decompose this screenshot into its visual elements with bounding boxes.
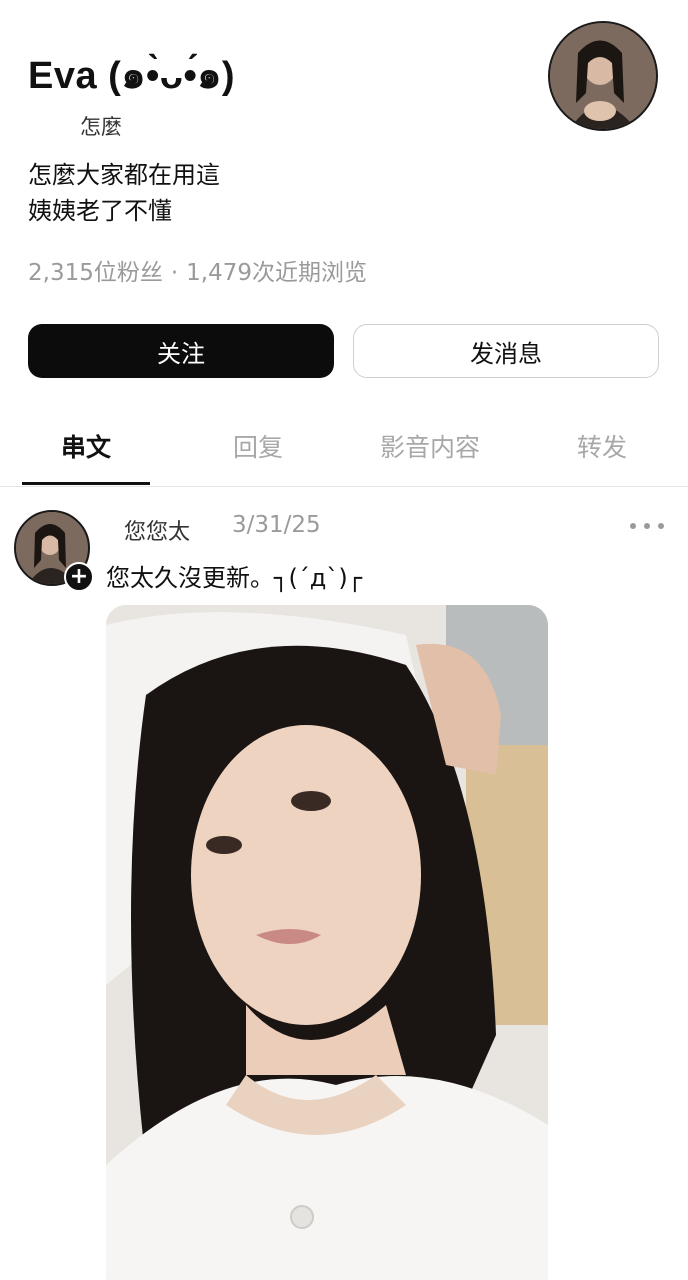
more-dot — [658, 523, 664, 529]
tab-reposts[interactable]: 转发 — [516, 406, 688, 486]
active-tab-indicator — [22, 482, 150, 485]
follow-button[interactable]: 关注 — [28, 324, 334, 378]
tab-replies[interactable]: 回复 — [172, 406, 344, 486]
follow-plus-icon[interactable]: + — [64, 562, 94, 592]
stats-separator: · — [170, 260, 179, 286]
profile-stats: 2,315位粉丝 · 1,479次近期浏览 — [28, 253, 367, 287]
post-date: 3/31/25 — [232, 512, 321, 538]
profile-tabs: 串文 回复 影音内容 转发 — [0, 406, 688, 487]
tab-threads[interactable]: 串文 — [0, 406, 172, 486]
profile-username: 怎麼 — [80, 115, 122, 139]
message-button[interactable]: 发消息 — [353, 324, 659, 378]
bio-line: 姨姨老了不懂 — [28, 197, 172, 225]
post-author-name[interactable]: 您您太 — [124, 514, 190, 546]
post-text: 您太久沒更新。┐(´д`)┌ — [106, 564, 363, 592]
views-count: 1,479次近期浏览 — [186, 260, 368, 286]
profile-page: Eva (๑•̀ᴗ•́๑) 怎麼 怎麼大家都在用這 姨姨老了不懂 2,315位粉… — [0, 0, 688, 1280]
profile-display-name: Eva (๑•̀ᴗ•́๑) — [28, 55, 236, 97]
bio-line: 怎麼大家都在用這 — [28, 161, 220, 189]
more-horizontal-icon[interactable] — [630, 512, 664, 540]
followers-count[interactable]: 2,315位粉丝 — [28, 260, 163, 286]
more-dot — [630, 523, 636, 529]
profile-avatar[interactable] — [548, 21, 658, 131]
selfie-photo — [106, 605, 548, 1280]
avatar-photo — [550, 23, 656, 129]
tab-media[interactable]: 影音内容 — [344, 406, 516, 486]
profile-bio: 怎麼大家都在用這 姨姨老了不懂 — [28, 157, 220, 229]
more-dot — [644, 523, 650, 529]
post-photo[interactable] — [106, 605, 548, 1280]
